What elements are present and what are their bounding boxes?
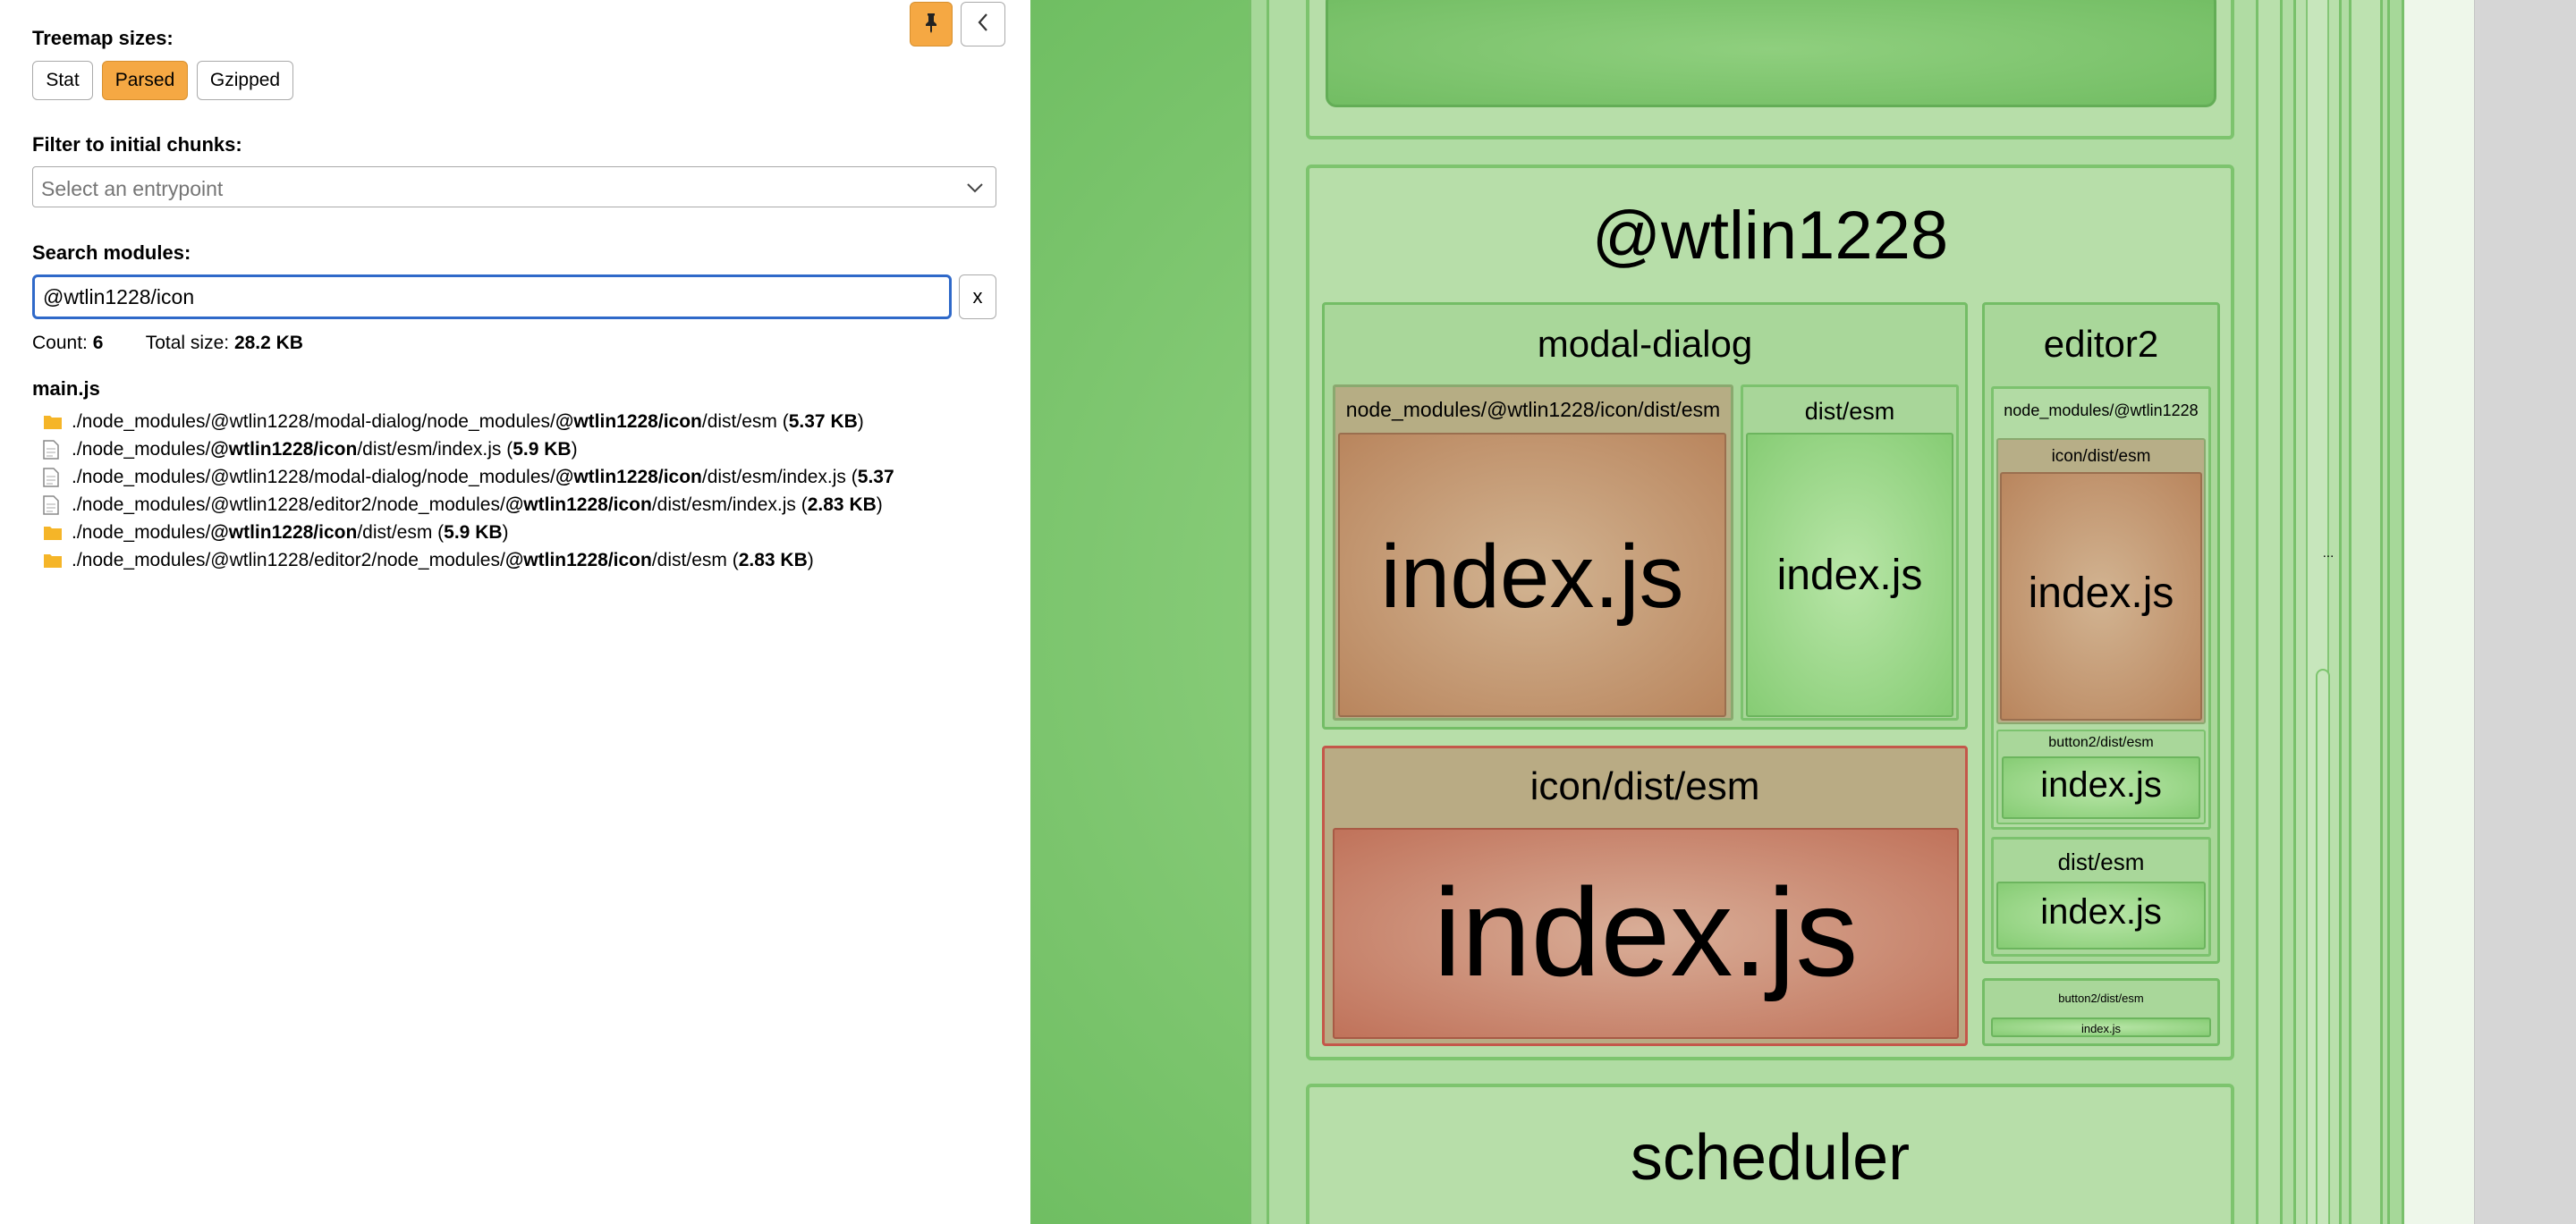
- entrypoint-select[interactable]: Select an entrypoint: [32, 166, 996, 207]
- folder-icon: [43, 410, 72, 434]
- folder-label: icon/dist/esm: [2051, 447, 2151, 466]
- folder-label: dist/esm: [1804, 398, 1895, 425]
- treemap-module-top[interactable]: [1326, 0, 2216, 107]
- module-close: ): [571, 438, 578, 460]
- folder-label: node_modules/@wtlin1228: [2004, 401, 2199, 419]
- module-match: @wtlin1228/icon: [210, 521, 358, 543]
- module-path: ./node_modules/@wtlin1228/editor2/node_m…: [72, 494, 505, 515]
- treemap-module-button2-index[interactable]: index.js: [1991, 1017, 2211, 1037]
- module-match: @wtlin1228/icon: [210, 438, 358, 460]
- search-label: Search modules:: [32, 241, 191, 264]
- treemap-sizes-label: Treemap sizes:: [32, 27, 174, 49]
- module-label: index.js: [1776, 552, 1923, 599]
- module-list: ./node_modules/@wtlin1228/modal-dialog/n…: [43, 408, 1030, 574]
- module-close: ): [807, 549, 814, 570]
- module-close: ): [876, 494, 883, 515]
- size-button-stat[interactable]: Stat: [32, 61, 93, 100]
- module-path: ./node_modules/@wtlin1228/modal-dialog/n…: [72, 410, 555, 432]
- total-size-value: 28.2 KB: [233, 333, 303, 353]
- count-label: Count:: [32, 333, 88, 353]
- package-label: scheduler: [1630, 1122, 1911, 1194]
- module-label: index.js: [1433, 862, 1859, 1002]
- chevron-down-icon: [965, 178, 985, 202]
- treemap-package-scheduler[interactable]: scheduler: [1306, 1084, 2234, 1224]
- module-suffix: /dist/esm (: [701, 410, 789, 432]
- sidebar: Treemap sizes: Stat Parsed Gzipped Filte…: [0, 0, 1030, 1224]
- module-size: 2.83 KB: [807, 494, 877, 515]
- folder-label: node_modules/@wtlin1228/icon/dist/esm: [1345, 398, 1721, 421]
- module-item[interactable]: ./node_modules/@wtlin1228/editor2/node_m…: [43, 491, 1030, 519]
- module-item[interactable]: ./node_modules/@wtlin1228/icon/dist/esm …: [43, 519, 1030, 546]
- folder-label: button2/dist/esm: [2058, 992, 2144, 1005]
- pin-button[interactable]: [910, 2, 953, 46]
- treemap-narrow-column[interactable]: [2256, 0, 2283, 1224]
- treemap-narrow-column[interactable]: [2316, 669, 2330, 1224]
- module-label: index.js: [1380, 527, 1684, 627]
- total-size-label: Total size:: [145, 333, 230, 353]
- module-match: @wtlin1228/icon: [504, 549, 652, 570]
- module-label: index.js: [2040, 892, 2162, 932]
- file-icon: [43, 438, 72, 461]
- module-suffix: /dist/esm/index.js (: [357, 438, 513, 460]
- search-input[interactable]: @wtlin1228/icon: [32, 274, 952, 319]
- module-match: @wtlin1228/icon: [555, 410, 702, 432]
- module-close: ): [502, 521, 509, 543]
- module-size: 5.37 KB: [788, 410, 858, 432]
- chevron-left-icon: [976, 12, 990, 38]
- module-item[interactable]: ./node_modules/@wtlin1228/modal-dialog/n…: [43, 463, 1030, 491]
- file-icon: [43, 466, 72, 489]
- module-label: index.js: [2080, 1022, 2122, 1035]
- size-button-parsed[interactable]: Parsed: [102, 61, 188, 100]
- module-match: @wtlin1228/icon: [504, 494, 652, 515]
- count-value: 6: [92, 333, 104, 353]
- module-item[interactable]: ./node_modules/@wtlin1228/icon/dist/esm/…: [43, 435, 1030, 463]
- folder-icon: [43, 549, 72, 572]
- module-close: ): [857, 410, 864, 432]
- module-size: 5.37: [857, 466, 894, 487]
- package-label: modal-dialog: [1537, 323, 1753, 365]
- clear-search-button[interactable]: x: [959, 274, 996, 319]
- folder-label: button2/dist/esm: [2048, 735, 2154, 750]
- module-path: ./node_modules/@wtlin1228/editor2/node_m…: [72, 549, 505, 570]
- folder-label: dist/esm: [2057, 848, 2145, 875]
- file-icon: [43, 494, 72, 517]
- entrypoint-placeholder: Select an entrypoint: [41, 177, 224, 200]
- chunk-title: main.js: [32, 377, 100, 400]
- treemap[interactable]: ... @wtlin1228 modal-dialog node_modules…: [1030, 0, 2576, 1224]
- treemap-module-editor2-dist-index[interactable]: index.js: [1996, 882, 2206, 950]
- treemap-module-modal-dist-index[interactable]: index.js: [1746, 433, 1953, 717]
- package-label: @wtlin1228: [1591, 198, 1949, 274]
- folder-icon: [43, 521, 72, 544]
- package-label: editor2: [2043, 323, 2159, 365]
- module-path: ./node_modules/: [72, 438, 211, 460]
- module-suffix: /dist/esm/index.js (: [701, 466, 858, 487]
- module-item[interactable]: ./node_modules/@wtlin1228/editor2/node_m…: [43, 546, 1030, 574]
- size-button-gzipped[interactable]: Gzipped: [197, 61, 293, 100]
- treemap-module-editor2-icon-index[interactable]: index.js: [2000, 472, 2202, 721]
- search-stats: Count: 6 Total size: 28.2 KB: [32, 333, 303, 354]
- module-item[interactable]: ./node_modules/@wtlin1228/modal-dialog/n…: [43, 408, 1030, 435]
- treemap-module-modal-icon-index[interactable]: index.js: [1338, 433, 1726, 717]
- module-path: ./node_modules/: [72, 521, 211, 543]
- module-suffix: /dist/esm (: [357, 521, 445, 543]
- module-label: index.js: [2040, 765, 2162, 805]
- pin-icon: [922, 12, 940, 38]
- treemap-module-editor2-button-index[interactable]: index.js: [2002, 756, 2200, 819]
- module-match: @wtlin1228/icon: [555, 466, 702, 487]
- collapse-sidebar-button[interactable]: [961, 2, 1005, 46]
- module-size: 2.83 KB: [738, 549, 808, 570]
- treemap-narrow-column[interactable]: [2349, 0, 2383, 1224]
- folder-label: icon/dist/esm: [1530, 764, 1760, 808]
- module-path: ./node_modules/@wtlin1228/modal-dialog/n…: [72, 466, 555, 487]
- module-size: 5.9 KB: [513, 438, 572, 460]
- treemap-scrollbar[interactable]: [2474, 0, 2576, 1224]
- module-size: 5.9 KB: [444, 521, 503, 543]
- treemap-module-icon-dist-index[interactable]: index.js: [1333, 828, 1959, 1039]
- module-label: index.js: [2028, 570, 2174, 617]
- filter-label: Filter to initial chunks:: [32, 133, 242, 156]
- module-suffix: /dist/esm/index.js (: [651, 494, 808, 515]
- module-suffix: /dist/esm (: [651, 549, 739, 570]
- treemap-ellipsis: ...: [2322, 545, 2334, 561]
